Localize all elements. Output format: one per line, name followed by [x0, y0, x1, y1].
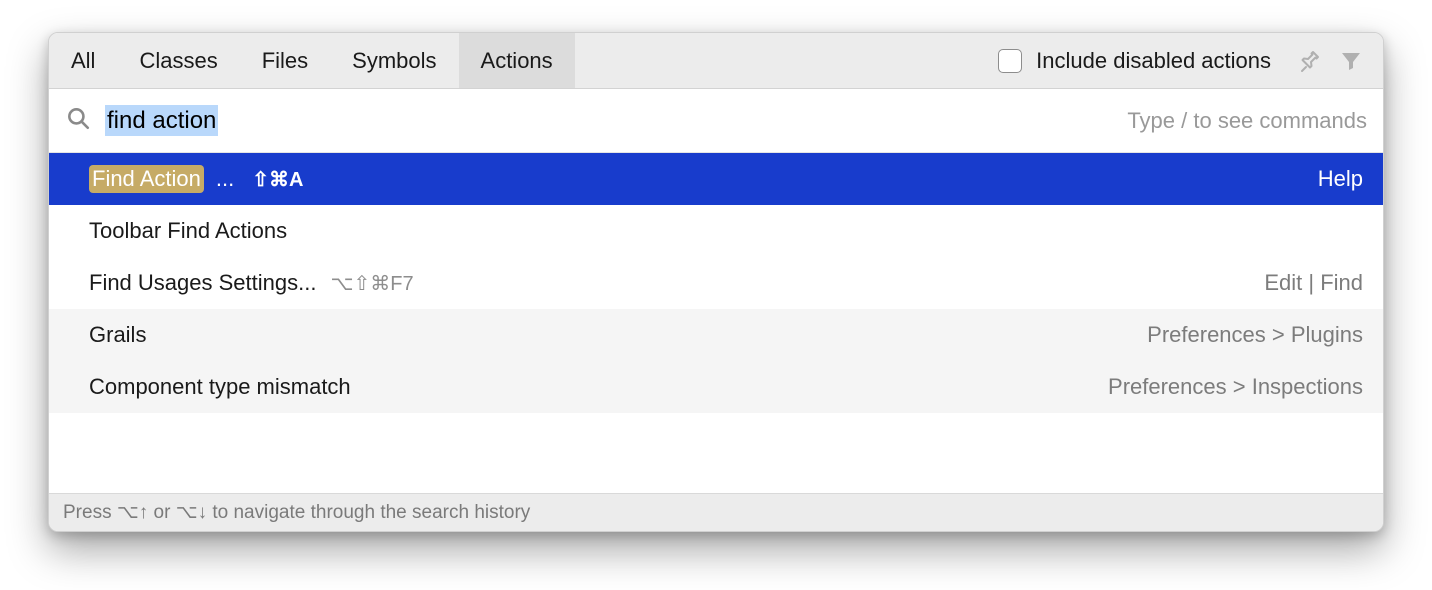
tab-bar-right: Include disabled actions: [998, 33, 1383, 88]
tab-label: Classes: [139, 48, 217, 74]
result-shortcut: ⇧⌘A: [252, 167, 303, 192]
include-disabled-checkbox[interactable]: [998, 49, 1022, 73]
result-name: Find Usages Settings... ⌥⇧⌘F7: [89, 270, 414, 296]
search-input[interactable]: find action: [105, 107, 218, 135]
result-highlight: Find Action: [89, 165, 204, 193]
result-context: Edit | Find: [1264, 270, 1363, 296]
pin-icon[interactable]: [1295, 47, 1323, 75]
result-shortcut: ⌥⇧⌘F7: [330, 271, 413, 296]
tab-files[interactable]: Files: [240, 33, 330, 88]
result-context: Preferences > Inspections: [1108, 374, 1363, 400]
result-row[interactable]: Grails Preferences > Plugins: [49, 309, 1383, 361]
result-row[interactable]: Toolbar Find Actions: [49, 205, 1383, 257]
tab-actions[interactable]: Actions: [459, 33, 575, 88]
search-everywhere-popup: All Classes Files Symbols Actions Includ…: [48, 32, 1384, 532]
result-row[interactable]: Find Usages Settings... ⌥⇧⌘F7 Edit | Fin…: [49, 257, 1383, 309]
tab-label: Symbols: [352, 48, 436, 74]
tab-bar: All Classes Files Symbols Actions Includ…: [49, 33, 1383, 89]
tab-all[interactable]: All: [49, 33, 117, 88]
result-row[interactable]: Component type mismatch Preferences > In…: [49, 361, 1383, 413]
include-disabled-label: Include disabled actions: [1036, 48, 1271, 74]
filter-icon[interactable]: [1337, 47, 1365, 75]
result-name: Toolbar Find Actions: [89, 218, 287, 244]
result-name: Component type mismatch: [89, 374, 351, 400]
tab-symbols[interactable]: Symbols: [330, 33, 458, 88]
result-row[interactable]: Find Action... ⇧⌘A Help: [49, 153, 1383, 205]
result-context: Preferences > Plugins: [1147, 322, 1363, 348]
footer-text: Press ⌥↑ or ⌥↓ to navigate through the s…: [63, 501, 530, 524]
tabs: All Classes Files Symbols Actions: [49, 33, 575, 88]
search-row: find action Type / to see commands: [49, 89, 1383, 153]
result-name: Grails: [89, 322, 146, 348]
tab-label: Actions: [481, 48, 553, 74]
result-name-rest: ...: [216, 166, 234, 192]
search-hint: Type / to see commands: [1127, 108, 1367, 134]
tab-label: All: [71, 48, 95, 74]
results-list: Find Action... ⇧⌘A Help Toolbar Find Act…: [49, 153, 1383, 493]
search-query-text: find action: [105, 105, 218, 136]
result-name-text: Find Usages Settings...: [89, 270, 316, 296]
result-name: Find Action... ⇧⌘A: [89, 165, 303, 193]
footer-hint: Press ⌥↑ or ⌥↓ to navigate through the s…: [49, 493, 1383, 531]
tab-label: Files: [262, 48, 308, 74]
tab-classes[interactable]: Classes: [117, 33, 239, 88]
result-context: Help: [1318, 166, 1363, 192]
search-icon: [65, 105, 91, 136]
